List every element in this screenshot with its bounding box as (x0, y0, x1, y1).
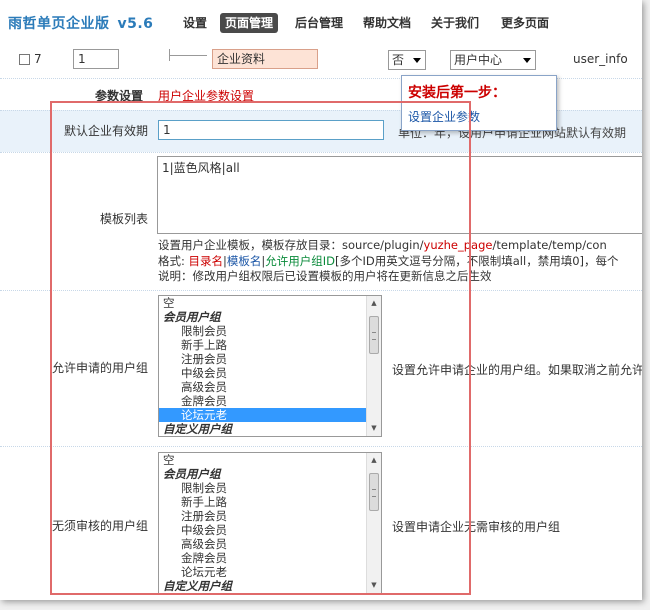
nav-settings[interactable]: 设置 (178, 13, 212, 33)
list-option[interactable]: 高级会员 (159, 380, 366, 394)
nav-backend-manage[interactable]: 后台管理 (290, 13, 348, 33)
app-window: 雨哲单页企业版 v5.6 设置 页面管理 后台管理 帮助文档 关于我们 更多页面 … (0, 0, 642, 600)
allowed-groups-desc: 设置允许申请企业的用户组。如果取消之前允许 (392, 363, 642, 377)
allowed-groups-listbox[interactable]: 空会员用户组 限制会员 新手上路 注册会员 中级会员 高级会员 金牌会员 论坛元老 自定义用户组… (158, 295, 382, 437)
list-option[interactable]: 论坛元老 (159, 408, 366, 422)
list-option: 会员用户组 (163, 467, 221, 481)
tooltip-title: 安装后第一步： (408, 85, 506, 101)
list-option[interactable]: 高级会员 (159, 537, 366, 551)
list-option: 自定义用户组 (163, 579, 232, 593)
templates-format-rest: [多个ID用英文逗号分隔，不限制填all，禁用填0]，每个 (335, 254, 619, 268)
list-option[interactable]: 注册会员 (159, 509, 366, 523)
param-value: 用户企业参数设置 (158, 89, 255, 103)
scroll-down-icon[interactable]: ▼ (367, 579, 381, 592)
templates-desc-line1: 设置用户企业模板，模板存放目录：source/plugin/yuzhe_page… (158, 237, 607, 253)
list-option[interactable]: 中级会员 (159, 366, 366, 380)
allowed-groups-options: 空会员用户组 限制会员 新手上路 注册会员 中级会员 高级会员 金牌会员 论坛元老 自定义用户组 (159, 296, 381, 436)
scroll-down-icon[interactable]: ▼ (367, 422, 381, 435)
page-module-value: 用户中心 (454, 53, 503, 67)
top-nav: 雨哲单页企业版 v5.6 设置 页面管理 后台管理 帮助文档 关于我们 更多页面 (0, 0, 642, 40)
list-option[interactable]: 新手上路 (159, 338, 366, 352)
list-option: 自定义用户组 (163, 422, 232, 436)
chevron-down-icon (413, 58, 421, 63)
no-review-groups-desc: 设置申请企业无需审核的用户组 (392, 520, 561, 534)
app-title: 雨哲单页企业版 v5.6 (8, 13, 153, 33)
list-option: 会员用户组 (163, 310, 221, 324)
templates-format-dir: 目录名 (188, 254, 224, 268)
templates-format-name: 模板名 (226, 254, 262, 268)
nav-about-us[interactable]: 关于我们 (426, 13, 484, 33)
templates-label: 模板列表 (99, 212, 148, 226)
page-row-id: 7 (34, 52, 42, 66)
page-name-input[interactable]: 企业资料 (212, 49, 318, 69)
tree-connector (169, 49, 207, 61)
templates-desc-suffix: /template/temp/con (492, 238, 607, 252)
list-option[interactable]: 空 (159, 453, 366, 467)
param-label: 参数设置 (95, 89, 144, 103)
list-option[interactable]: 注册会员 (159, 352, 366, 366)
listbox-scrollbar[interactable]: ▲ ▼ (366, 453, 381, 593)
page-module-select[interactable]: 用户中心 (450, 50, 536, 70)
list-option[interactable]: 限制会员 (159, 481, 366, 495)
nav-help-docs[interactable]: 帮助文档 (358, 13, 416, 33)
list-option[interactable]: 新手上路 (159, 495, 366, 509)
page-order-input[interactable]: 1 (73, 49, 119, 69)
templates-desc-line2: 格式: 目录名|模板名|允许用户组ID[多个ID用英文逗号分隔，不限制填all，… (158, 253, 619, 269)
no-review-groups-label: 无须审核的用户组 (51, 519, 148, 533)
templates-format-group: 允许用户组ID (265, 254, 336, 268)
templates-textarea[interactable]: 1|蓝色风格|all (157, 156, 642, 234)
list-option[interactable]: 论坛元老 (159, 565, 366, 579)
list-option[interactable]: 金牌会员 (159, 551, 366, 565)
allowed-groups-label: 允许申请的用户组 (51, 361, 148, 375)
scrollbar-thumb[interactable] (369, 316, 379, 354)
scroll-up-icon[interactable]: ▲ (367, 454, 381, 467)
scroll-up-icon[interactable]: ▲ (367, 297, 381, 310)
page-row-checkbox[interactable] (19, 54, 30, 65)
page-status-value: 否 (392, 53, 405, 67)
no-review-groups-listbox[interactable]: 空会员用户组 限制会员 新手上路 注册会员 中级会员 高级会员 金牌会员 论坛元老 自定义用户组… (158, 452, 382, 594)
templates-desc-line3: 说明：修改用户组权限后已设置模板的用户将在更新信息之后生效 (158, 269, 492, 283)
list-option[interactable]: 金牌会员 (159, 394, 366, 408)
templates-format-prefix: 格式: (158, 254, 189, 268)
templates-desc-prefix: 设置用户企业模板，模板存放目录：source/plugin/ (158, 238, 424, 252)
tooltip-link[interactable]: 设置企业参数 (408, 108, 480, 125)
no-review-groups-options: 空会员用户组 限制会员 新手上路 注册会员 中级会员 高级会员 金牌会员 论坛元老 自定义用户组 (159, 453, 381, 593)
listbox-scrollbar[interactable]: ▲ ▼ (366, 296, 381, 436)
list-option[interactable]: 中级会员 (159, 523, 366, 537)
app-title-text: 雨哲单页企业版 (8, 16, 110, 32)
nav-page-manage[interactable]: 页面管理 (220, 13, 279, 33)
chevron-down-icon (523, 58, 531, 63)
page-status-select[interactable]: 否 (388, 50, 426, 70)
validity-input[interactable]: 1 (158, 120, 384, 140)
validity-label: 默认企业有效期 (63, 124, 148, 138)
app-version: v5.6 (117, 16, 154, 32)
page-identifier: user_info (573, 52, 628, 66)
templates-desc-plugin: yuzhe_page (423, 238, 493, 252)
nav-more-pages[interactable]: 更多页面 (496, 13, 554, 33)
scrollbar-thumb[interactable] (369, 473, 379, 511)
install-tooltip: 安装后第一步： 设置企业参数 (401, 75, 557, 131)
list-option[interactable]: 空 (159, 296, 366, 310)
list-option[interactable]: 限制会员 (159, 324, 366, 338)
